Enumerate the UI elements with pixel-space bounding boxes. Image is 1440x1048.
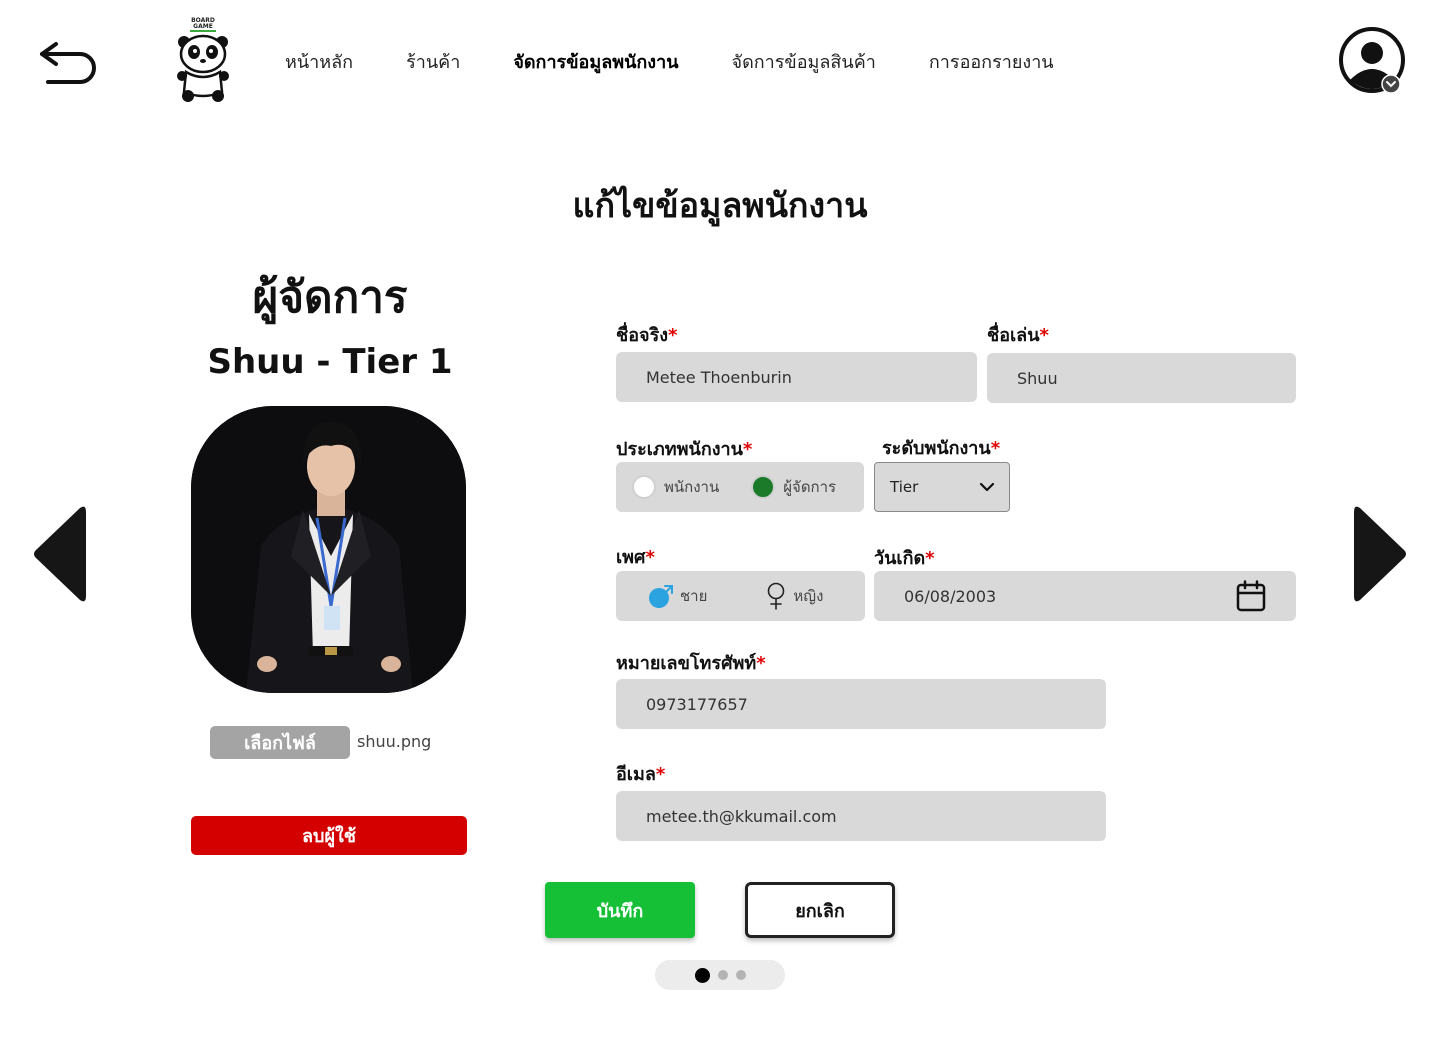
employee-name-tier: Shuu - Tier 1 [207, 342, 453, 382]
birthdate-field[interactable]: 06/08/2003 [874, 571, 1296, 621]
nickname-label: ชื่อเล่น* [987, 325, 1049, 346]
nav-reports[interactable]: การออกรายงาน [929, 47, 1054, 76]
radio-manager[interactable]: ผู้จัดการ [751, 475, 836, 499]
birthdate-label: วันเกิด* [874, 548, 935, 569]
page-indicator [655, 960, 785, 990]
real-name-field[interactable] [616, 352, 977, 402]
user-avatar-icon [1339, 27, 1405, 94]
birthdate-value: 06/08/2003 [904, 586, 997, 606]
calendar-icon[interactable] [1236, 580, 1266, 612]
svg-text:GAME: GAME [193, 23, 213, 30]
employee-role-title: ผู้จัดการ [252, 272, 408, 323]
phone-label: หมายเลขโทรศัพท์* [616, 653, 766, 674]
phone-field[interactable] [616, 679, 1106, 729]
panda-logo[interactable]: BOARD GAME [170, 16, 236, 104]
employee-portrait-image [191, 406, 466, 693]
page-title: แก้ไขข้อมูลพนักงาน [572, 186, 868, 226]
save-button[interactable]: บันทึก [545, 882, 695, 938]
cancel-button[interactable]: ยกเลิก [745, 882, 895, 938]
nav-home[interactable]: หน้าหลัก [285, 47, 353, 76]
email-field[interactable] [616, 791, 1106, 841]
employee-level-select[interactable]: Tier [874, 462, 1010, 512]
page-dot-2[interactable] [717, 970, 728, 980]
female-icon [768, 582, 785, 610]
nav-employee-management[interactable]: จัดการข้อมูลพนักงาน [513, 47, 678, 76]
employee-level-label: ระดับพนักงาน* [882, 438, 1001, 459]
page-dot-3[interactable] [735, 970, 746, 980]
employee-type-label: ประเภทพนักงาน* [616, 439, 753, 460]
radio-unselected-icon [632, 475, 656, 499]
gender-radio-group: ชาย หญิง [616, 571, 865, 621]
nav-shop[interactable]: ร้านค้า [406, 47, 460, 76]
gender-male-option[interactable]: ชาย [648, 583, 707, 609]
triangle-left-icon [34, 506, 86, 602]
chevron-down-icon [979, 482, 995, 492]
choose-file-button[interactable]: เลือกไฟล์ [210, 726, 350, 759]
back-button[interactable] [36, 36, 100, 88]
undo-arrow-icon [40, 42, 96, 84]
employee-type-radio-group: พนักงาน ผู้จัดการ [616, 462, 864, 512]
email-label: อีเมล* [616, 764, 666, 785]
radio-employee[interactable]: พนักงาน [632, 475, 719, 499]
email-input[interactable] [646, 806, 1106, 826]
user-avatar-menu[interactable] [1338, 26, 1408, 96]
triangle-right-icon [1354, 506, 1406, 602]
employee-photo [191, 406, 466, 693]
gender-label: เพศ* [616, 547, 655, 568]
male-icon [649, 585, 673, 608]
employee-level-value: Tier [890, 478, 919, 496]
panda-logo-icon: BOARD GAME [177, 17, 229, 102]
real-name-label: ชื่อจริง* [616, 325, 678, 346]
delete-user-button[interactable]: ลบผู้ใช้ [191, 816, 467, 855]
nickname-field[interactable] [987, 353, 1296, 403]
page-dot-1[interactable] [694, 967, 710, 983]
phone-input[interactable] [646, 694, 1106, 714]
radio-selected-icon [751, 475, 776, 499]
selected-file-name: shuu.png [357, 732, 432, 751]
real-name-input[interactable] [646, 367, 977, 387]
next-employee-button[interactable] [1352, 502, 1410, 606]
nickname-input[interactable] [1017, 368, 1296, 388]
gender-female-option[interactable]: หญิง [765, 582, 823, 610]
previous-employee-button[interactable] [30, 502, 88, 606]
main-nav: หน้าหลัก ร้านค้า จัดการข้อมูลพนักงาน จัด… [285, 46, 1107, 76]
nav-product-management[interactable]: จัดการข้อมูลสินค้า [732, 47, 876, 76]
